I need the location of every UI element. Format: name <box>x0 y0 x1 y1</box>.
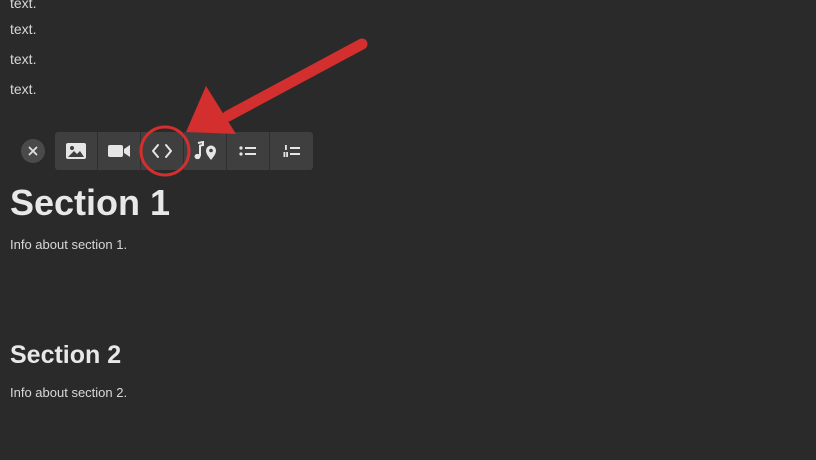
bullet-list-icon <box>239 145 257 157</box>
numbered-list-icon <box>283 144 301 158</box>
editor-canvas[interactable]: text. text. text. text. Section 1 Info a… <box>0 0 816 460</box>
paragraph-text[interactable]: text. <box>10 20 36 38</box>
section-info[interactable]: Info about section 1. <box>10 236 127 254</box>
insert-audio-location-button[interactable] <box>184 132 227 170</box>
paragraph-text[interactable]: text. <box>10 50 36 68</box>
music-location-icon <box>192 141 218 161</box>
insert-video-button[interactable] <box>98 132 141 170</box>
paragraph-text[interactable]: text. <box>10 0 36 12</box>
arrow-icon <box>186 38 368 134</box>
section-heading[interactable]: Section 1 <box>10 180 170 226</box>
insert-embed-button[interactable] <box>141 132 184 170</box>
section-info[interactable]: Info about section 2. <box>10 384 127 402</box>
code-brackets-icon <box>151 143 173 159</box>
insert-toolbar <box>21 132 313 170</box>
close-icon <box>28 146 38 156</box>
section-heading[interactable]: Section 2 <box>10 338 121 372</box>
insert-image-button[interactable] <box>55 132 98 170</box>
insert-bullet-list-button[interactable] <box>227 132 270 170</box>
video-icon <box>107 143 131 159</box>
insert-tool-group <box>55 132 313 170</box>
paragraph-text[interactable]: text. <box>10 80 36 98</box>
image-icon <box>65 142 87 160</box>
insert-numbered-list-button[interactable] <box>270 132 313 170</box>
close-toolbar-button[interactable] <box>21 139 45 163</box>
